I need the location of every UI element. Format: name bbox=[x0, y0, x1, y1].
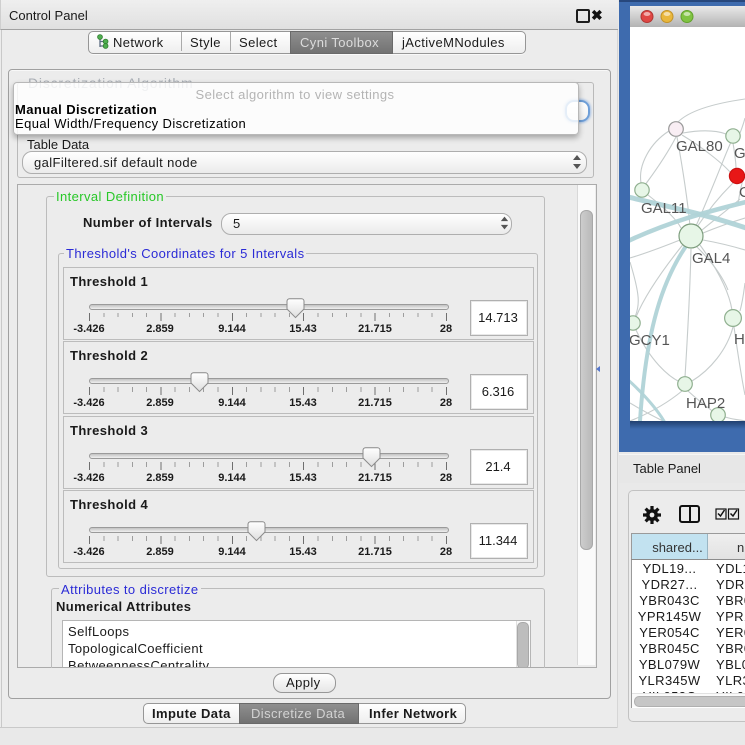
svg-text:GAL4: GAL4 bbox=[692, 250, 730, 267]
svg-text:H: H bbox=[734, 331, 745, 348]
svg-text:GAL11: GAL11 bbox=[641, 200, 687, 217]
svg-text:C: C bbox=[739, 184, 745, 201]
svg-text:HAP2: HAP2 bbox=[686, 395, 725, 412]
svg-text:GCY1: GCY1 bbox=[630, 332, 670, 349]
svg-text:GA: GA bbox=[734, 145, 745, 162]
svg-text:GAL80: GAL80 bbox=[676, 138, 723, 155]
